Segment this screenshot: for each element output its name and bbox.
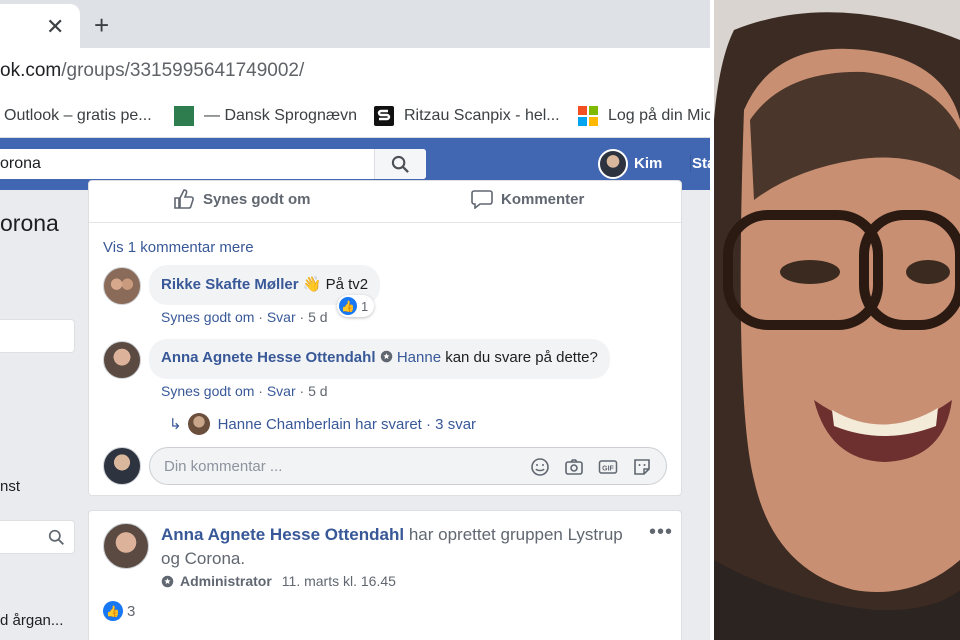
like-reaction-icon: 👍 bbox=[103, 601, 123, 621]
post-card: Synes godt om Kommenter Vis 1 kommentar … bbox=[88, 180, 682, 496]
admin-shield-icon bbox=[380, 349, 397, 366]
sidebar-search-input[interactable] bbox=[0, 520, 75, 554]
comment-label: Kommenter bbox=[501, 190, 585, 208]
comment-bubble: Anna Agnete Hesse Ottendahl Hanne kan du… bbox=[149, 339, 610, 379]
wave-icon: 👋 bbox=[302, 276, 322, 293]
avatar bbox=[187, 413, 210, 435]
camera-icon[interactable] bbox=[564, 457, 584, 477]
reply-arrow-icon: ↳ bbox=[169, 416, 182, 433]
emoji-icon[interactable] bbox=[530, 457, 550, 477]
browser-tab[interactable]: ✕ bbox=[0, 4, 80, 48]
bookmark-label: Ritzau Scanpix - hel... bbox=[404, 107, 560, 124]
reaction-badge[interactable]: 👍 1 bbox=[337, 295, 375, 317]
comment-author[interactable]: Rikke Skafte Møller bbox=[161, 276, 299, 293]
avatar[interactable] bbox=[598, 149, 628, 179]
bookmark-microsoft[interactable]: Log på din Mic bbox=[578, 104, 710, 128]
comment-placeholder: Din kommentar ... bbox=[164, 458, 283, 475]
role-badge: Administrator bbox=[180, 573, 272, 589]
reaction-count: 3 bbox=[127, 602, 136, 620]
post-actions: Synes godt om Kommenter bbox=[89, 181, 681, 223]
like-label: Synes godt om bbox=[203, 190, 311, 208]
svg-text:GIF: GIF bbox=[602, 466, 614, 473]
comment-author[interactable]: Anna Agnete Hesse Ottendahl bbox=[161, 349, 375, 366]
post-card: Anna Agnete Hesse Ottendahl har oprettet… bbox=[88, 510, 682, 640]
search-value: orona bbox=[0, 155, 41, 172]
bookmark-label: Outlook – gratis pe... bbox=[4, 107, 152, 124]
post-header: Anna Agnete Hesse Ottendahl har oprettet… bbox=[161, 523, 641, 571]
reaction-count: 1 bbox=[361, 298, 369, 314]
replies-link[interactable]: ↳ Hanne Chamberlain har svaret · 3 svar bbox=[169, 413, 476, 435]
thumbs-up-icon bbox=[174, 189, 194, 209]
bookmarks-bar: Outlook – gratis pe... — Dansk Sprognævn… bbox=[0, 94, 710, 138]
comment-like-link[interactable]: Synes godt om bbox=[161, 383, 254, 399]
browser-screenshot: ✕ + ok.com/groups/3315995641749002/ Outl… bbox=[0, 0, 710, 640]
portrait-photo bbox=[714, 0, 960, 640]
post-timestamp[interactable]: 11. marts kl. 16.45 bbox=[282, 573, 396, 589]
bookmark-label: Log på din Mic bbox=[608, 107, 710, 124]
post-reactions[interactable]: 👍 3 bbox=[103, 601, 135, 621]
bookmark-scanpix[interactable]: Ritzau Scanpix - hel... bbox=[374, 104, 560, 128]
comment-button[interactable]: Kommenter bbox=[471, 189, 584, 209]
post-author[interactable]: Anna Agnete Hesse Ottendahl bbox=[161, 525, 404, 544]
green-square-icon bbox=[174, 106, 194, 126]
sticker-icon[interactable] bbox=[632, 457, 652, 477]
address-bar[interactable]: ok.com/groups/3315995641749002/ bbox=[0, 48, 710, 94]
url-path: /groups/3315995641749002/ bbox=[61, 60, 305, 81]
comment-time[interactable]: 5 d bbox=[308, 383, 327, 399]
admin-shield-icon bbox=[161, 575, 174, 587]
tab-strip: ✕ + bbox=[0, 0, 710, 48]
comment-reply-link[interactable]: Svar bbox=[267, 309, 296, 325]
comment-meta: Synes godt om · Svar · 5 d bbox=[161, 309, 328, 325]
avatar bbox=[103, 447, 141, 485]
search-input[interactable]: orona bbox=[0, 149, 426, 179]
avatar[interactable] bbox=[103, 341, 141, 379]
bookmark-label: — Dansk Sprognævn bbox=[204, 107, 357, 124]
bookmark-sprognaevn[interactable]: — Dansk Sprognævn bbox=[174, 104, 357, 128]
group-title[interactable]: orona bbox=[0, 210, 59, 237]
microsoft-icon bbox=[578, 106, 598, 126]
search-button[interactable] bbox=[374, 149, 426, 179]
search-icon bbox=[391, 155, 409, 173]
nav-start-link[interactable]: Sta bbox=[690, 155, 710, 172]
comment-reply-link[interactable]: Svar bbox=[267, 383, 296, 399]
comment-like-link[interactable]: Synes godt om bbox=[161, 309, 254, 325]
reply-summary: Hanne Chamberlain har svaret · 3 svar bbox=[217, 415, 477, 433]
like-reaction-icon: 👍 bbox=[339, 297, 357, 315]
url-text[interactable]: ok.com/groups/3315995641749002/ bbox=[0, 60, 304, 82]
comment-text: kan du svare på dette? bbox=[445, 349, 598, 366]
bookmark-outlook[interactable]: Outlook – gratis pe... bbox=[4, 104, 152, 128]
comment-icon bbox=[471, 190, 493, 209]
sidebar-item[interactable]: d årgan... bbox=[0, 612, 63, 629]
comment-input[interactable]: Din kommentar ... GIF bbox=[149, 447, 667, 485]
scanpix-icon bbox=[374, 106, 394, 126]
avatar[interactable] bbox=[103, 267, 141, 305]
post-meta: Administrator 11. marts kl. 16.45 bbox=[161, 573, 396, 589]
comment-time[interactable]: 5 d bbox=[308, 309, 327, 325]
new-tab-button[interactable]: + bbox=[94, 10, 109, 41]
url-host: ok.com bbox=[0, 60, 62, 81]
profile-link[interactable]: Kim bbox=[634, 155, 662, 172]
woman-portrait-image bbox=[714, 0, 960, 640]
gif-icon[interactable]: GIF bbox=[598, 457, 618, 477]
comment-meta: Synes godt om · Svar · 5 d bbox=[161, 383, 328, 399]
more-options-icon[interactable]: ••• bbox=[649, 521, 673, 544]
like-button[interactable]: Synes godt om bbox=[173, 189, 311, 209]
mention-link[interactable]: Hanne bbox=[397, 349, 441, 366]
avatar[interactable] bbox=[103, 523, 149, 569]
tab-close-icon[interactable]: ✕ bbox=[46, 14, 64, 40]
search-icon bbox=[48, 529, 64, 545]
more-comments-link[interactable]: Vis 1 kommentar mere bbox=[103, 239, 254, 256]
sidebar-item[interactable]: nst bbox=[0, 478, 20, 495]
sidebar-button[interactable] bbox=[0, 319, 75, 353]
comment-text: På tv2 bbox=[325, 276, 369, 293]
